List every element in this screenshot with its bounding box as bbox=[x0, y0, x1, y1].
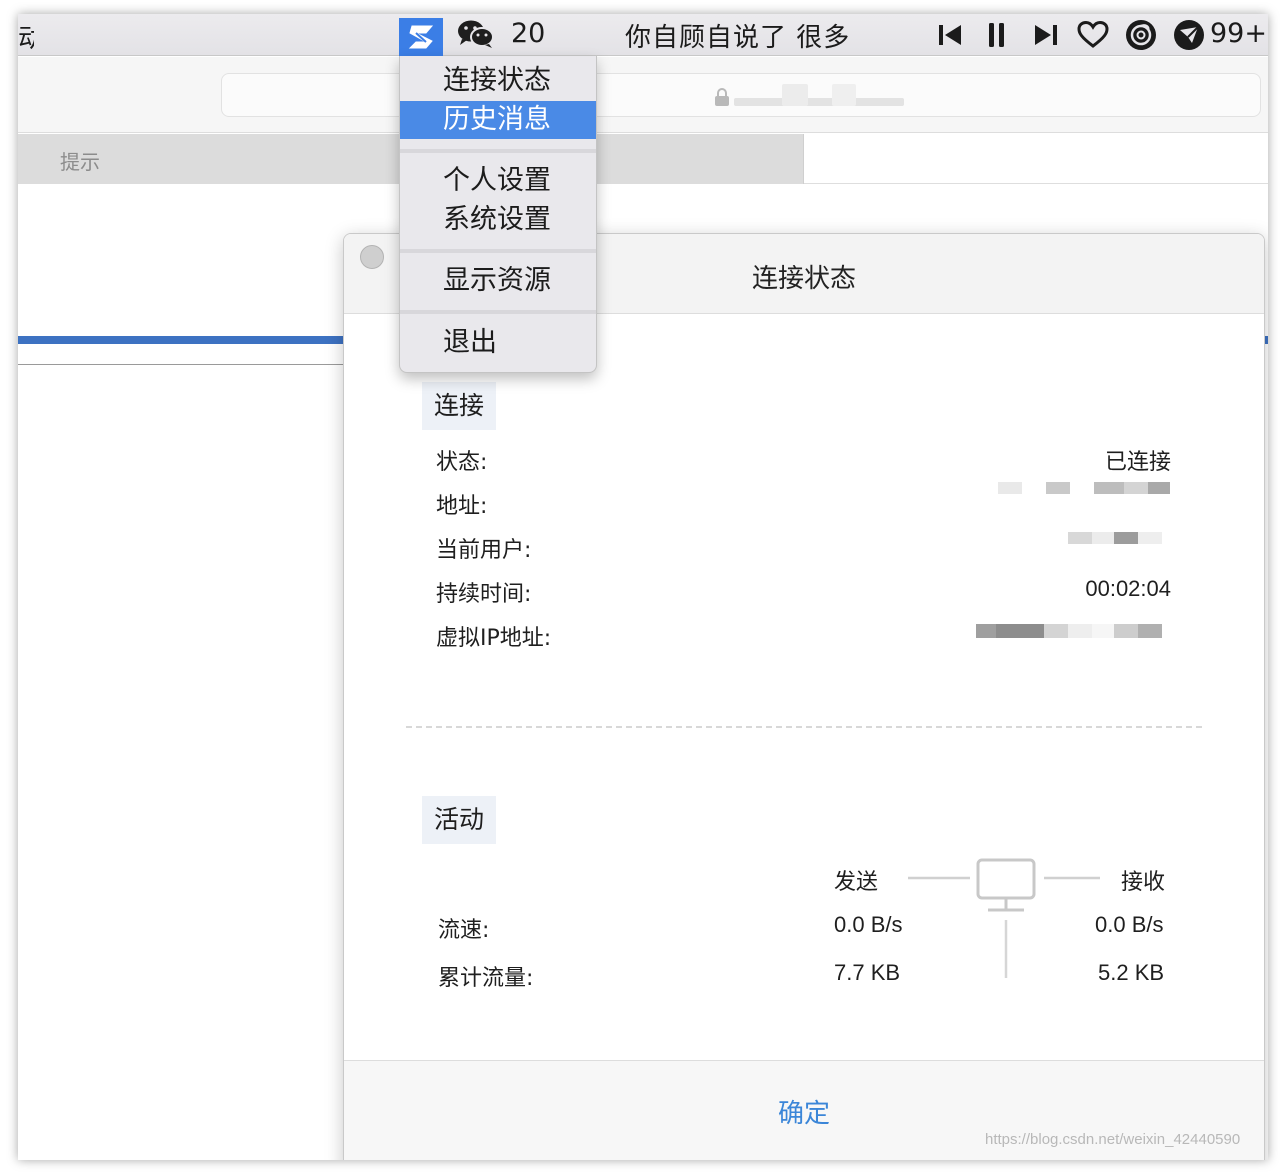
previous-track-icon[interactable] bbox=[936, 21, 964, 49]
background-window-toolbar bbox=[18, 57, 1268, 133]
rate-label: 流速: bbox=[438, 918, 490, 943]
redacted-url bbox=[734, 98, 904, 106]
background-tab-label: 提示 bbox=[60, 150, 100, 174]
app-s-icon[interactable] bbox=[399, 18, 443, 56]
menu-item-history-messages[interactable]: 历史消息 bbox=[400, 101, 596, 139]
total-traffic-label: 累计流量: bbox=[438, 966, 534, 991]
menu-item-system-settings[interactable]: 系统设置 bbox=[400, 201, 596, 239]
feishu-icon[interactable] bbox=[1172, 20, 1206, 50]
menu-separator bbox=[400, 310, 596, 314]
send-total-value: 7.7 KB bbox=[834, 960, 901, 985]
background-tab-bar: 提示 bbox=[18, 134, 1268, 184]
watermark-text: https://blog.csdn.net/weixin_42440590 bbox=[985, 1131, 1241, 1148]
lock-icon bbox=[715, 88, 729, 106]
background-divider bbox=[18, 364, 348, 365]
netease-music-icon[interactable] bbox=[1124, 20, 1158, 50]
status-value: 已连接 bbox=[1104, 450, 1171, 475]
menu-item-quit[interactable]: 退出 bbox=[400, 324, 596, 362]
redacted-virtual-ip bbox=[976, 624, 1162, 638]
background-address-bar[interactable] bbox=[221, 73, 1261, 117]
desktop-screen: 动 20 你自顾自说了 很多 99+ 提示 连接状态 历史消息 个人设置 系统设… bbox=[18, 14, 1268, 1160]
virtual-ip-label: 虚拟IP地址: bbox=[436, 626, 552, 651]
receive-header: 接收 bbox=[1121, 870, 1166, 895]
menu-bar-app-fragment: 动 bbox=[18, 24, 34, 54]
next-track-icon[interactable] bbox=[1032, 21, 1060, 49]
redacted-url-fragment bbox=[782, 84, 808, 106]
ok-button[interactable]: 确定 bbox=[754, 1091, 854, 1131]
wechat-unread-count: 20 bbox=[511, 18, 546, 49]
status-label: 状态: bbox=[436, 450, 488, 475]
redacted-address bbox=[998, 482, 1170, 494]
network-computer-icon bbox=[908, 858, 1100, 978]
section-connection: 连接 bbox=[422, 382, 497, 430]
menu-bar: 动 20 你自顾自说了 很多 99+ bbox=[18, 14, 1268, 56]
redacted-url-fragment bbox=[832, 84, 856, 106]
section-activity: 活动 bbox=[422, 796, 497, 844]
menu-separator bbox=[400, 249, 596, 253]
menu-item-connection-status[interactable]: 连接状态 bbox=[400, 62, 596, 100]
section-divider bbox=[406, 726, 1202, 728]
current-user-label: 当前用户: bbox=[436, 538, 532, 563]
redacted-username bbox=[1068, 532, 1162, 544]
receive-total-value: 5.2 KB bbox=[1098, 960, 1165, 985]
send-rate-value: 0.0 B/s bbox=[834, 912, 903, 937]
menu-separator bbox=[400, 149, 596, 153]
now-playing-title[interactable]: 你自顾自说了 很多 bbox=[625, 17, 850, 54]
menu-item-personal-settings[interactable]: 个人设置 bbox=[400, 162, 596, 200]
pause-icon[interactable] bbox=[986, 21, 1008, 49]
address-label: 地址: bbox=[436, 494, 488, 519]
wechat-icon[interactable] bbox=[456, 19, 496, 49]
duration-value: 00:02:04 bbox=[1085, 576, 1171, 601]
notification-badge-count: 99+ bbox=[1210, 18, 1267, 49]
receive-rate-value: 0.0 B/s bbox=[1095, 912, 1164, 937]
send-header: 发送 bbox=[834, 870, 879, 895]
heart-icon[interactable] bbox=[1076, 21, 1110, 49]
menu-item-show-resources[interactable]: 显示资源 bbox=[400, 262, 596, 300]
app-dropdown-menu: 连接状态 历史消息 个人设置 系统设置 显示资源 退出 bbox=[399, 56, 597, 373]
duration-label: 持续时间: bbox=[436, 582, 532, 607]
